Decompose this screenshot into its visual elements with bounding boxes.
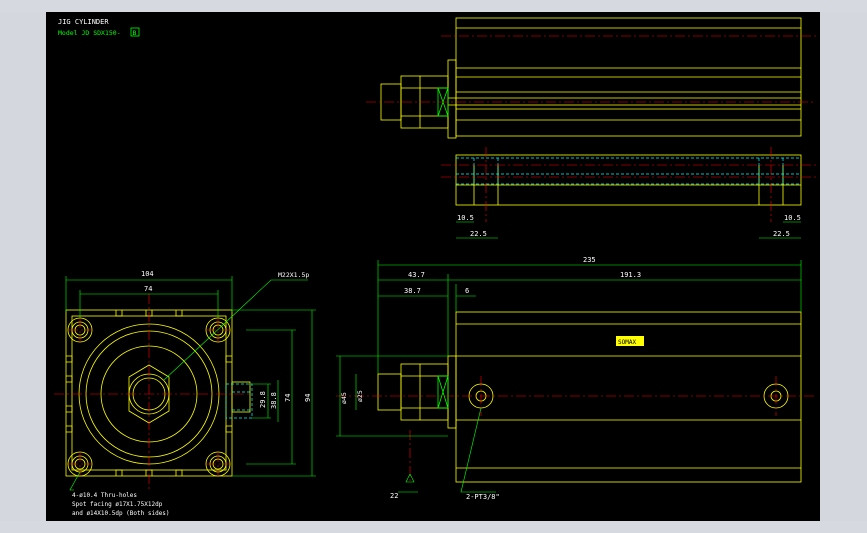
dim-38-8: 38.8 xyxy=(270,392,278,409)
side-view: SOMAX 235 43.7 191.3 38.7 6 ø45 ø25 22 2… xyxy=(336,256,816,501)
end-view: 104 74 M22X1.5p 29.8 38.8 74 94 4-ø10.4 … xyxy=(54,270,316,517)
dim-10-5-right: 10.5 xyxy=(784,214,801,222)
holes-note-line3: and ø14X10.5dp (Both sides) xyxy=(72,510,170,517)
holes-note-line2: Spot facing ø17X1.75X12dp xyxy=(72,501,163,508)
dim-43-7: 43.7 xyxy=(408,271,425,279)
drawing-canvas[interactable]: JIG CYLINDER Model JD SDX150- B 10.5 22.… xyxy=(46,12,820,521)
svg-text:Model JD SDX150-: Model JD SDX150- xyxy=(58,29,121,37)
drawing-title: JIG CYLINDER xyxy=(58,18,109,26)
port-callout: 2-PT3/8" xyxy=(466,493,500,501)
nameplate: SOMAX xyxy=(616,336,644,346)
top-view: 10.5 22.5 10.5 22.5 xyxy=(366,17,816,239)
svg-text:B: B xyxy=(133,29,137,37)
dim-phi45: ø45 xyxy=(340,392,348,404)
holes-note-line1: 4-ø10.4 Thru-holes xyxy=(72,492,137,499)
dim-phi25: ø25 xyxy=(356,390,364,402)
dim-235: 235 xyxy=(583,256,596,264)
dim-22-5-right: 22.5 xyxy=(773,230,790,238)
dim-6: 6 xyxy=(465,287,469,295)
svg-text:SOMAX: SOMAX xyxy=(618,339,636,346)
dim-10-5-left: 10.5 xyxy=(457,214,474,222)
dim-29-8: 29.8 xyxy=(259,391,267,408)
dim-94: 94 xyxy=(304,394,312,402)
viewer-bottom-bar xyxy=(0,521,867,533)
dim-191-3: 191.3 xyxy=(620,271,641,279)
dim-38-7: 38.7 xyxy=(404,287,421,295)
dim-22-5-left: 22.5 xyxy=(470,230,487,238)
thread-callout: M22X1.5p xyxy=(278,271,309,279)
model-number: Model JD SDX150- B xyxy=(58,27,140,37)
viewer-top-bar xyxy=(0,0,867,12)
dim-22: 22 xyxy=(390,492,398,500)
dim-104: 104 xyxy=(141,270,154,278)
dim-74-vertical: 74 xyxy=(284,394,292,402)
dim-74-horizontal: 74 xyxy=(144,285,152,293)
